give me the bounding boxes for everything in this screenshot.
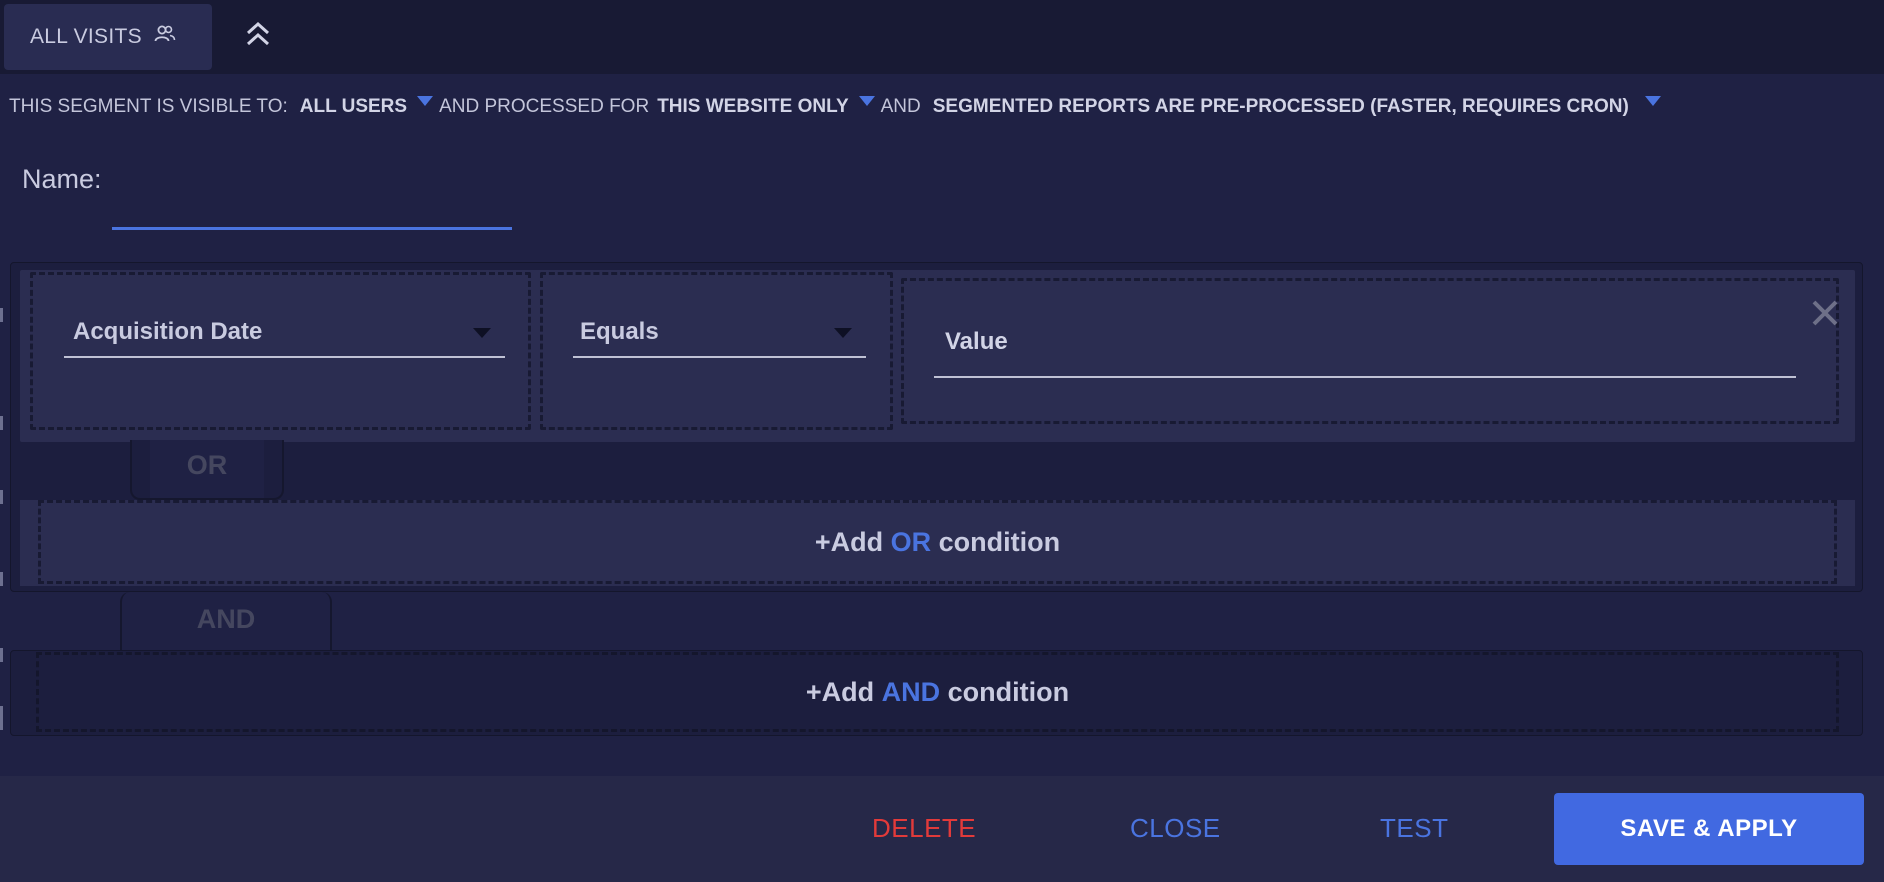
segment-name-input[interactable] xyxy=(112,158,512,230)
dimension-select-value: Acquisition Date xyxy=(73,318,263,345)
or-connector-label: OR xyxy=(186,450,228,480)
edge-mark xyxy=(0,648,3,662)
delete-button[interactable]: DELETE xyxy=(866,808,982,848)
add-or-suffix: condition xyxy=(938,526,1061,557)
add-or-condition-button[interactable]: +Add OR condition xyxy=(38,500,1837,584)
remove-condition-button[interactable] xyxy=(1808,298,1842,332)
save-and-apply-button[interactable]: SAVE & APPLY xyxy=(1554,793,1864,865)
close-icon xyxy=(1810,298,1840,333)
operator-select[interactable]: Equals xyxy=(573,308,866,358)
and-label: AND xyxy=(880,96,921,117)
segment-tab-label: ALL VISITS xyxy=(30,25,142,48)
add-and-prefix: +Add xyxy=(805,676,875,707)
processing-mode-dropdown[interactable]: SEGMENTED REPORTS ARE PRE-PROCESSED (FAS… xyxy=(933,96,1629,118)
condition-value-input[interactable] xyxy=(934,308,1796,378)
edge-mark xyxy=(0,308,3,322)
test-button[interactable]: TEST xyxy=(1374,808,1454,848)
add-or-prefix: +Add xyxy=(814,526,884,557)
visible-to-dropdown[interactable]: ALL USERS xyxy=(300,96,407,118)
operator-select-value: Equals xyxy=(580,318,659,345)
caret-down-icon xyxy=(473,328,491,338)
segment-visibility-settings: THIS SEGMENT IS VISIBLE TO: ALL USERS AN… xyxy=(9,92,1667,122)
caret-down-icon xyxy=(834,328,852,338)
edge-mark xyxy=(0,706,3,730)
caret-down-icon[interactable] xyxy=(858,96,875,106)
add-and-condition-button[interactable]: +Add AND condition xyxy=(36,652,1839,732)
processed-for-dropdown[interactable]: THIS WEBSITE ONLY xyxy=(657,96,848,118)
edge-mark xyxy=(0,572,3,586)
double-chevron-up-icon xyxy=(245,20,271,53)
users-icon xyxy=(154,24,176,50)
dimension-select[interactable]: Acquisition Date xyxy=(64,308,505,358)
segment-editor-header: ALL VISITS xyxy=(0,0,1884,74)
name-label: Name: xyxy=(22,164,102,194)
visibility-prefix: THIS SEGMENT IS VISIBLE TO: xyxy=(9,96,288,117)
caret-down-icon[interactable] xyxy=(1644,96,1661,106)
edge-mark xyxy=(0,416,3,430)
add-and-keyword: AND xyxy=(881,676,941,707)
and-connector-label: AND xyxy=(196,604,256,634)
add-or-keyword: OR xyxy=(890,526,932,557)
edge-mark xyxy=(0,490,3,504)
caret-down-icon[interactable] xyxy=(417,96,434,106)
collapse-editor-button[interactable] xyxy=(240,16,276,56)
add-and-suffix: condition xyxy=(947,676,1070,707)
close-button[interactable]: CLOSE xyxy=(1124,808,1227,848)
segment-selector-tab[interactable]: ALL VISITS xyxy=(4,4,212,70)
processed-for-label: AND PROCESSED FOR xyxy=(439,96,650,117)
